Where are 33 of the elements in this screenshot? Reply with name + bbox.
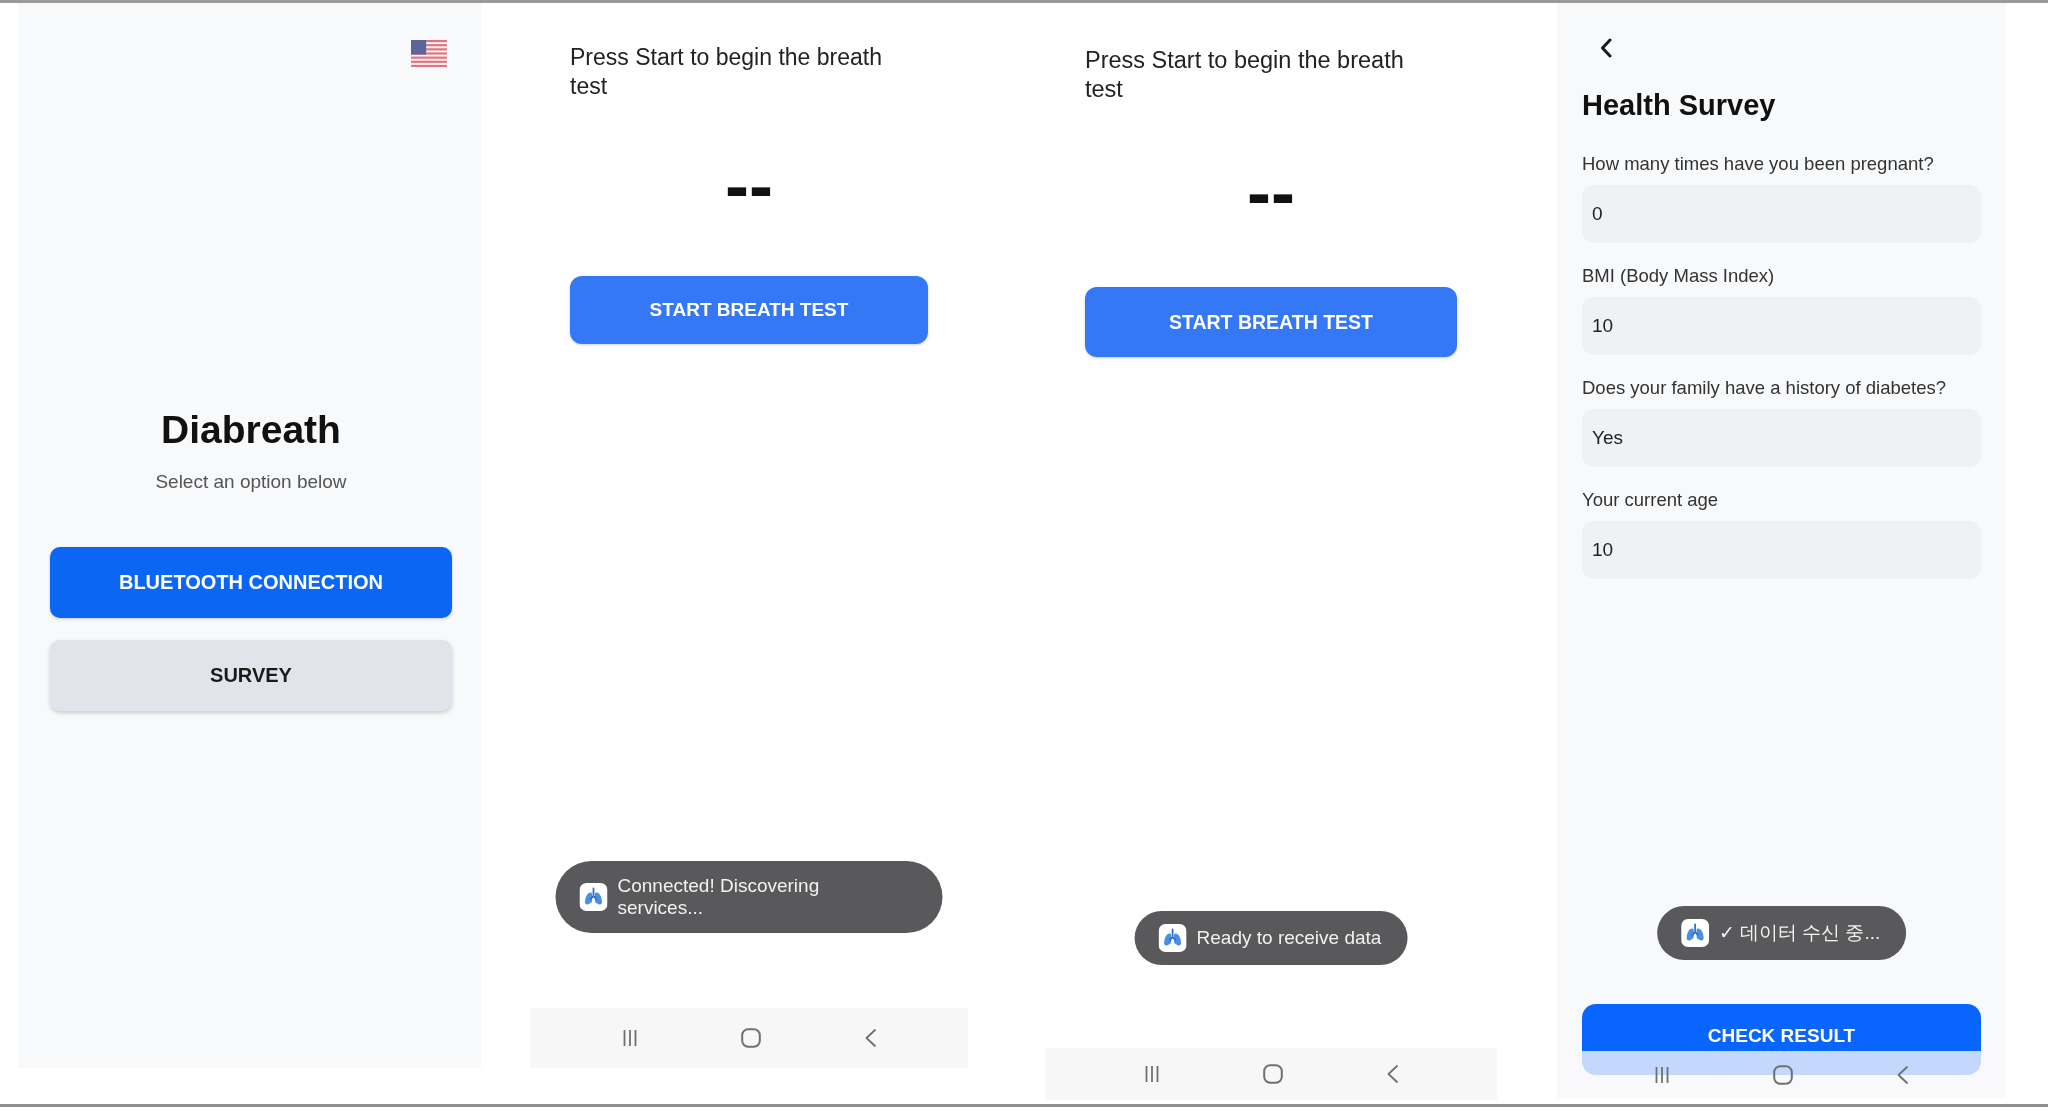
- home-icon[interactable]: [1773, 1064, 1793, 1085]
- input-field[interactable]: 10: [1582, 297, 1981, 355]
- question-label: How many times have you been pregnant?: [1582, 153, 1935, 175]
- question-label: Your current age: [1582, 489, 1720, 511]
- flag-icon[interactable]: [411, 40, 447, 67]
- input-field[interactable]: 0: [1582, 185, 1981, 243]
- instruction-text: Press Start to begin the breath test: [570, 43, 883, 101]
- toast-text: ✓ 데이터 수신 중...: [1718, 922, 1881, 944]
- start-test-button[interactable]: START BREATH TEST: [1085, 287, 1457, 357]
- lungs-icon: [1158, 924, 1187, 952]
- survey-title: Health Survey: [1582, 88, 1777, 123]
- home-icon[interactable]: [740, 1028, 761, 1048]
- input-field[interactable]: 10: [1582, 521, 1981, 579]
- survey-button[interactable]: SURVEY: [50, 640, 452, 711]
- question-label: Does your family have a history of diabetes?: [1582, 377, 1948, 399]
- back-icon[interactable]: [1600, 38, 1612, 58]
- lungs-icon: [579, 883, 608, 911]
- toast-text: Ready to receive data: [1196, 927, 1382, 949]
- reading-value: --: [725, 149, 773, 221]
- toast-text: Connected! Discovering services...: [617, 875, 821, 919]
- bluetooth-connection-button[interactable]: BLUETOOTH CONNECTION: [50, 547, 452, 618]
- question-label: BMI (Body Mass Index): [1582, 265, 1776, 287]
- app-title: Diabreath: [161, 407, 341, 453]
- recent-apps-icon[interactable]: [1655, 1065, 1669, 1084]
- lungs-icon: [1680, 919, 1709, 947]
- subtitle-text: Select an option below: [155, 470, 347, 493]
- recent-apps-icon[interactable]: [1144, 1065, 1159, 1083]
- input-field[interactable]: Yes: [1582, 409, 1981, 467]
- home-icon[interactable]: [1262, 1064, 1283, 1084]
- instruction-text: Press Start to begin the breath test: [1085, 46, 1405, 104]
- start-test-button[interactable]: START BREATH TEST: [570, 276, 928, 344]
- recent-apps-icon[interactable]: [622, 1029, 637, 1047]
- reading-value: --: [1247, 156, 1295, 228]
